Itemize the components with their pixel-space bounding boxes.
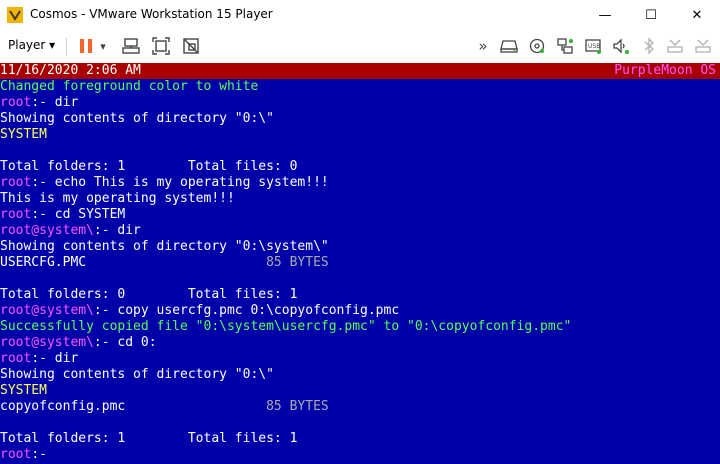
toolbar-divider — [66, 38, 67, 56]
status-datetime: 11/16/2020 2:06 AM — [0, 63, 141, 78]
bluetooth-icon[interactable] — [639, 36, 659, 56]
maximize-button[interactable]: ☐ — [628, 0, 674, 30]
console-line: Total folders: 1 Total files: 0 — [0, 159, 297, 175]
console-line: Total folders: 1 Total files: 1 — [0, 431, 297, 447]
console-text: Total folders: 1 Total files: 0 — [0, 159, 298, 174]
console-prompt: root@system\ — [0, 223, 94, 238]
hard-disk-icon[interactable] — [499, 36, 519, 56]
console-text: :- dir — [31, 351, 79, 366]
console-text: copyofconfig.pmc — [0, 399, 267, 414]
console-text: Total folders: 0 Total files: 1 — [0, 287, 298, 302]
unity-icon[interactable] — [181, 36, 201, 56]
cd-dvd-icon[interactable] — [527, 36, 547, 56]
console-text: 85 BYTES — [266, 255, 329, 270]
console-line: root:- cd SYSTEM — [0, 207, 125, 223]
close-button[interactable]: ✕ — [674, 0, 720, 30]
console-prompt: root — [0, 95, 32, 110]
console-line: root@system\:- copy usercfg.pmc 0:\copyo… — [0, 303, 399, 319]
fit-guest-icon[interactable] — [151, 36, 171, 56]
console-prompt: root — [0, 447, 32, 462]
chevron-down-icon: ▾ — [49, 38, 56, 52]
window-title: Cosmos - VMware Workstation 15 Player — [30, 7, 273, 21]
send-ctrl-alt-del-icon[interactable] — [121, 36, 141, 56]
console-line: root:- dir — [0, 95, 78, 111]
display-icon[interactable] — [693, 36, 713, 56]
console-line: USERCFG.PMC 85 BYTES — [0, 255, 329, 271]
console-text: SYSTEM — [0, 127, 47, 142]
os-status-bar: 11/16/2020 2:06 AM PurpleMoon OS — [0, 63, 720, 79]
console-line: Changed foreground color to white — [0, 79, 258, 95]
player-menu-button[interactable]: Player ▾ — [8, 38, 55, 52]
console-text: :- dir — [93, 223, 141, 238]
printer-icon[interactable] — [665, 36, 685, 56]
vmware-logo-icon — [6, 6, 24, 24]
console-line: SYSTEM — [0, 383, 47, 399]
console-text: :- copy usercfg.pmc 0:\copyofconfig.pmc — [93, 303, 400, 318]
console-line: This is my operating system!!! — [0, 191, 235, 207]
console-text: Changed foreground color to white — [0, 79, 259, 94]
console-text: Successfully copied file "0:\system\user… — [0, 319, 572, 334]
usb-controller-icon[interactable]: USB — [583, 36, 603, 56]
console-text: :- echo This is my operating system!!! — [31, 175, 329, 190]
console-line: root@system\:- dir — [0, 223, 141, 239]
console-line: Showing contents of directory "0:\system… — [0, 239, 329, 255]
console-prompt: root — [0, 207, 32, 222]
console-line: copyofconfig.pmc 85 BYTES — [0, 399, 329, 415]
svg-text:USB: USB — [588, 43, 600, 50]
pause-menu-chevron-icon[interactable]: ▾ — [96, 36, 110, 56]
minimize-button[interactable]: — — [582, 0, 628, 30]
console-text: Showing contents of directory "0:\system… — [0, 239, 329, 254]
console-text: :- cd SYSTEM — [31, 207, 126, 222]
console-line: Showing contents of directory "0:\" — [0, 367, 274, 383]
console-text: :- — [31, 447, 47, 462]
console-prompt: root@system\ — [0, 303, 94, 318]
status-os-name: PurpleMoon OS — [614, 63, 716, 78]
pause-icon[interactable] — [76, 36, 96, 56]
more-devices-icon[interactable]: » — [473, 36, 493, 56]
console-prompt: root@system\ — [0, 335, 94, 350]
sound-card-icon[interactable] — [611, 36, 631, 56]
console-text: :- cd 0: — [93, 335, 157, 350]
network-adapter-icon[interactable] — [555, 36, 575, 56]
console-line: root:- dir — [0, 351, 78, 367]
console-text: :- dir — [31, 95, 79, 110]
console-line: SYSTEM — [0, 127, 47, 143]
guest-console-screen[interactable]: 11/16/2020 2:06 AM PurpleMoon OS Changed… — [0, 63, 720, 464]
window-titlebar: Cosmos - VMware Workstation 15 Player — … — [0, 0, 720, 30]
console-text: USERCFG.PMC — [0, 255, 267, 270]
console-line: Successfully copied file "0:\system\user… — [0, 319, 571, 335]
console-line: root:- echo This is my operating system!… — [0, 175, 329, 191]
console-line: Total folders: 0 Total files: 1 — [0, 287, 297, 303]
console-text: This is my operating system!!! — [0, 191, 235, 206]
console-line: Showing contents of directory "0:\" — [0, 111, 274, 127]
console-line: root@system\:- cd 0: — [0, 335, 157, 351]
vm-toolbar: Player ▾ ▾ » USB — [0, 30, 720, 64]
console-text: Showing contents of directory "0:\" — [0, 367, 274, 382]
console-text: 85 BYTES — [266, 399, 329, 414]
player-menu-label: Player — [8, 38, 46, 52]
console-prompt: root — [0, 175, 32, 190]
console-text: Total folders: 1 Total files: 1 — [0, 431, 298, 446]
console-prompt: root — [0, 351, 32, 366]
console-line: root:- — [0, 447, 47, 463]
console-text: Showing contents of directory "0:\" — [0, 111, 274, 126]
console-text: SYSTEM — [0, 383, 47, 398]
